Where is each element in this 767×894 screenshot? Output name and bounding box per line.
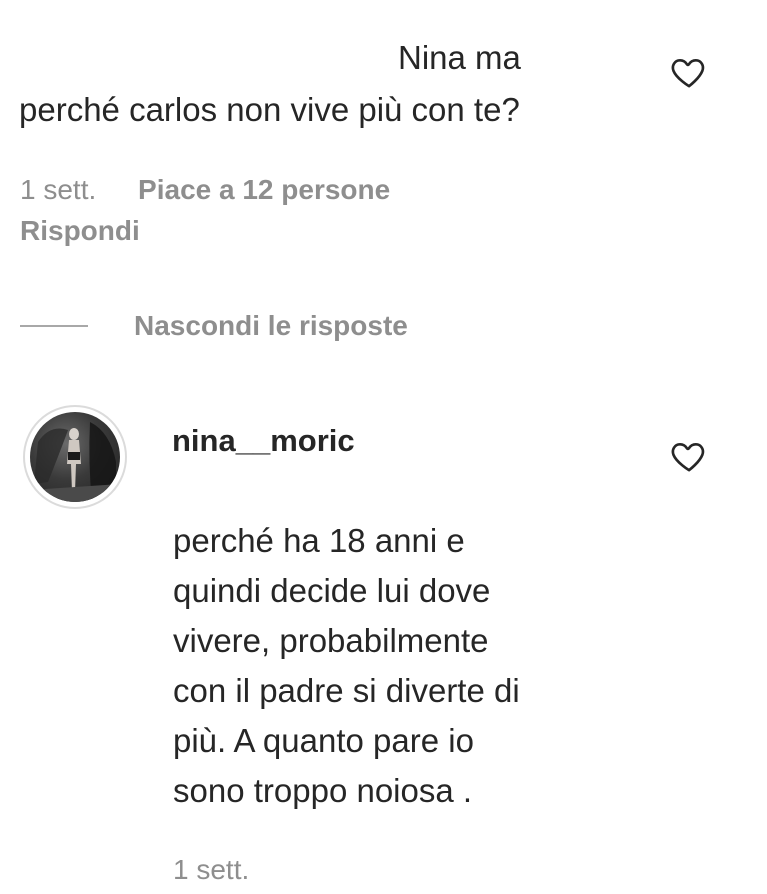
comment-text-line: più. A quanto pare io <box>173 722 474 759</box>
avatar-photo <box>30 412 120 502</box>
comment-text-line: perché ha 18 anni e <box>173 522 465 559</box>
comment-text-line: quindi decide lui dove <box>173 572 491 609</box>
avatar[interactable] <box>23 405 127 509</box>
comment-text-line: vivere, probabilmente <box>173 622 489 659</box>
comment-timestamp: 1 sett. <box>20 174 97 205</box>
hide-replies-button[interactable]: Nascondi le risposte <box>20 308 408 344</box>
comment-username[interactable]: nina__moric <box>172 421 355 461</box>
hide-replies-label: Nascondi le risposte <box>134 310 408 341</box>
comment-text-line: perché carlos non vive più con te? <box>19 91 520 128</box>
comment-text-line: Nina ma <box>398 39 521 76</box>
divider-line <box>20 325 88 327</box>
comment-text-line: sono troppo noiosa . <box>173 772 473 809</box>
comment-timestamp: 1 sett. <box>173 854 250 885</box>
comment-text-line: con il padre si diverte di <box>173 672 520 709</box>
reply-button[interactable]: Rispondi <box>20 213 140 249</box>
comment-body: perché ha 18 anni e quindi decide lui do… <box>173 516 653 816</box>
comment-meta: 1 sett. Piace a 12 persone <box>20 172 390 208</box>
like-heart-icon[interactable] <box>669 436 709 476</box>
like-heart-icon[interactable] <box>669 52 709 92</box>
likes-count-link[interactable]: Piace a 12 persone <box>138 174 390 205</box>
